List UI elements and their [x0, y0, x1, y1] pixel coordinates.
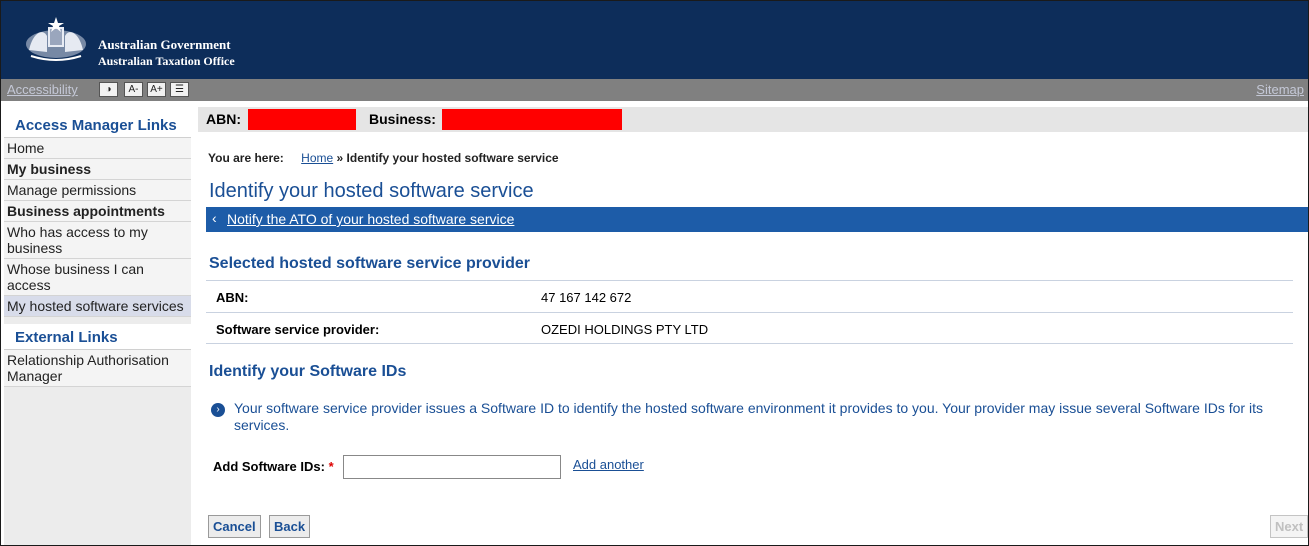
font-increase-button[interactable]: A+ — [147, 82, 166, 97]
breadcrumb-current: Identify your hosted software service — [346, 151, 559, 165]
sitemap-link[interactable]: Sitemap — [1256, 82, 1304, 97]
info-text: Your software service provider issues a … — [234, 400, 1263, 433]
abn-redaction — [248, 109, 356, 130]
government-name: Australian Government Australian Taxatio… — [98, 37, 235, 69]
add-software-ids-label-text: Add Software IDs: — [213, 459, 325, 474]
add-software-ids-label: Add Software IDs: * — [213, 459, 334, 474]
info-arrow-icon: › — [211, 403, 225, 417]
sidebar-item-my-business[interactable]: My business — [4, 159, 191, 180]
chevron-left-icon: ‹ — [212, 210, 217, 226]
business-redaction — [442, 109, 622, 130]
detail-abn-value: 47 167 142 672 — [541, 290, 632, 305]
contrast-toggle-icon[interactable]: ◑ — [99, 82, 118, 97]
detail-row-abn: ABN: 47 167 142 672 — [206, 280, 1293, 312]
breadcrumb: You are here: Home » Identify your hoste… — [208, 151, 559, 165]
sidebar-heading-access-manager: Access Manager Links — [4, 112, 191, 138]
breadcrumb-prefix: You are here: — [208, 151, 284, 165]
layout-toggle-icon[interactable]: ☰ — [170, 82, 189, 97]
abn-bar: ABN: Business: — [198, 107, 1308, 132]
breadcrumb-home-link[interactable]: Home — [301, 151, 333, 165]
next-button[interactable]: Next — [1270, 515, 1308, 538]
detail-provider-value: OZEDI HOLDINGS PTY LTD — [541, 322, 709, 337]
cancel-button[interactable]: Cancel — [208, 515, 261, 538]
header-banner: Australian Government Australian Taxatio… — [1, 1, 1308, 79]
business-label: Business: — [369, 111, 436, 127]
accessibility-link[interactable]: Accessibility — [7, 82, 78, 97]
abn-label: ABN: — [206, 111, 241, 127]
sidebar-item-whose-business[interactable]: Whose business I can access — [4, 259, 191, 296]
software-id-input[interactable] — [343, 455, 561, 479]
coat-of-arms-logo — [26, 17, 86, 61]
back-button[interactable]: Back — [269, 515, 311, 538]
required-marker: * — [328, 459, 334, 474]
page-frame: Australian Government Australian Taxatio… — [0, 0, 1309, 546]
notify-ato-link-label[interactable]: Notify the ATO of your hosted software s… — [227, 211, 514, 227]
accessibility-bar: Accessibility ◑ A- A+ ☰ Sitemap — [1, 79, 1308, 101]
sidebar-item-manage-permissions[interactable]: Manage permissions — [4, 180, 191, 201]
detail-provider-label: Software service provider: — [216, 322, 380, 337]
sidebar-heading-external-links: External Links — [4, 324, 191, 350]
sidebar-item-home[interactable]: Home — [4, 138, 191, 159]
page-title: Identify your hosted software service — [209, 180, 534, 202]
add-another-link[interactable]: Add another — [573, 457, 644, 472]
gov-line2: Australian Taxation Office — [98, 54, 235, 68]
sidebar-item-relationship-authorisation[interactable]: Relationship Authorisation Manager — [4, 350, 191, 387]
sidebar: Access Manager Links Home My business Ma… — [4, 112, 191, 545]
detail-abn-label: ABN: — [216, 290, 249, 305]
software-ids-title: Identify your Software IDs — [209, 363, 407, 380]
sidebar-item-who-has-access[interactable]: Who has access to my business — [4, 222, 191, 259]
provider-section-title: Selected hosted software service provide… — [209, 255, 531, 272]
font-decrease-button[interactable]: A- — [124, 82, 143, 97]
notify-ato-link[interactable]: ‹ Notify the ATO of your hosted software… — [206, 207, 1308, 232]
gov-line1: Australian Government — [98, 37, 231, 52]
sidebar-item-business-appointments[interactable]: Business appointments — [4, 201, 191, 222]
detail-row-provider: Software service provider: OZEDI HOLDING… — [206, 312, 1293, 344]
breadcrumb-separator: » — [336, 151, 344, 165]
sidebar-item-hosted-software[interactable]: My hosted software services — [4, 296, 191, 317]
